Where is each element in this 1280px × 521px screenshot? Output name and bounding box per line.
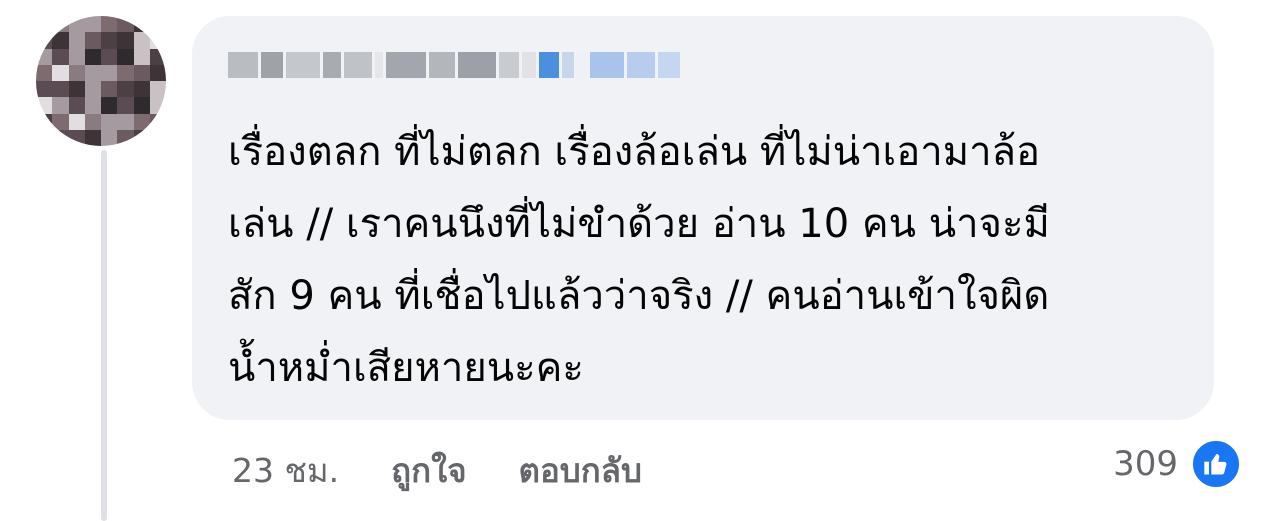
name-blur-block — [375, 52, 383, 78]
name-blur-block — [344, 52, 372, 78]
name-blur-block — [539, 52, 559, 78]
avatar-pixel — [84, 64, 101, 81]
reply-button[interactable]: ตอบกลับ — [519, 444, 642, 497]
name-blur-block — [590, 52, 624, 78]
avatar-pixel — [117, 16, 134, 33]
name-blur-block — [499, 52, 519, 78]
thread-connector-line — [101, 150, 107, 521]
avatar-pixel — [84, 16, 101, 33]
name-blur-block — [323, 52, 341, 78]
avatar-pixel — [117, 64, 134, 81]
name-blur-block — [286, 52, 320, 78]
avatar-pixel — [52, 16, 69, 33]
avatar-pixel — [36, 64, 53, 81]
avatar-pixel — [68, 16, 85, 33]
name-blur-block — [658, 52, 680, 78]
avatar-pixel — [52, 113, 69, 130]
avatar-pixel — [117, 48, 134, 65]
avatar-pixel — [52, 64, 69, 81]
comment-timestamp[interactable]: 23 ชม. — [232, 444, 339, 497]
name-blur-block — [562, 52, 574, 78]
avatar-pixel — [68, 64, 85, 81]
avatar-pixel — [117, 32, 134, 49]
avatar-pixel — [117, 81, 134, 98]
avatar-pixel — [101, 113, 118, 130]
avatar-pixel — [101, 129, 118, 146]
avatar-pixel — [149, 48, 166, 65]
avatar-pixel — [101, 97, 118, 114]
avatar-pixel — [101, 48, 118, 65]
avatar-pixel — [84, 81, 101, 98]
avatar-pixel — [36, 129, 53, 146]
avatar-pixel — [101, 32, 118, 49]
avatar-pixel — [133, 97, 150, 114]
avatar-pixel — [117, 129, 134, 146]
avatar-pixel — [117, 113, 134, 130]
avatar-pixel — [52, 97, 69, 114]
avatar-pixel — [133, 113, 150, 130]
avatar-pixel — [133, 129, 150, 146]
avatar-pixel — [36, 81, 53, 98]
avatar-pixel — [133, 16, 150, 33]
comment-bubble: เรื่องตลก ที่ไม่ตลก เรื่องล้อเล่น ที่ไม่… — [192, 16, 1214, 420]
avatar-pixel — [149, 32, 166, 49]
name-blur-block — [522, 52, 536, 78]
avatar-pixel — [68, 81, 85, 98]
avatar-pixel — [133, 81, 150, 98]
name-blur-block — [429, 52, 455, 78]
avatar-pixel — [133, 64, 150, 81]
avatar-pixel — [36, 113, 53, 130]
commenter-avatar[interactable] — [36, 16, 166, 146]
avatar-pixel — [68, 32, 85, 49]
avatar-pixel — [101, 16, 118, 33]
avatar-pixel — [52, 48, 69, 65]
avatar-pixel — [84, 32, 101, 49]
avatar-pixel — [149, 97, 166, 114]
avatar-pixel — [149, 16, 166, 33]
like-thumbs-up-icon — [1190, 438, 1242, 490]
avatar-pixel — [149, 64, 166, 81]
avatar-pixel — [52, 129, 69, 146]
commenter-name-blurred[interactable] — [228, 48, 680, 82]
name-blur-block — [228, 52, 258, 78]
avatar-pixel — [36, 48, 53, 65]
reaction-count: 309 — [1113, 444, 1178, 484]
avatar-pixel — [68, 113, 85, 130]
avatar-pixel — [84, 97, 101, 114]
avatar-pixel — [68, 97, 85, 114]
name-blur-block — [458, 52, 496, 78]
avatar-pixel — [68, 48, 85, 65]
avatar-pixel — [52, 32, 69, 49]
avatar-pixel — [101, 81, 118, 98]
name-blur-block — [386, 52, 426, 78]
avatar-pixel — [36, 97, 53, 114]
avatar-pixel — [101, 64, 118, 81]
avatar-pixel — [36, 16, 53, 33]
like-button[interactable]: ถูกใจ — [391, 444, 466, 497]
avatar-pixel — [84, 129, 101, 146]
name-blur-block — [261, 52, 283, 78]
avatar-pixel — [149, 81, 166, 98]
avatar-pixel — [36, 32, 53, 49]
comment-text: เรื่องตลก ที่ไม่ตลก เรื่องล้อเล่น ที่ไม่… — [228, 129, 1050, 391]
name-blur-block — [627, 52, 655, 78]
comment-actions: 23 ชม. ถูกใจ ตอบกลับ — [232, 440, 694, 500]
avatar-pixel — [68, 129, 85, 146]
avatar-pixel — [84, 48, 101, 65]
avatar-pixel — [52, 81, 69, 98]
avatar-pixel — [149, 113, 166, 130]
avatar-pixel — [149, 129, 166, 146]
avatar-pixel — [117, 97, 134, 114]
avatar-pixel — [133, 48, 150, 65]
avatar-pixel — [84, 113, 101, 130]
avatar-pixel — [133, 32, 150, 49]
reaction-summary[interactable]: 309 — [1113, 436, 1242, 492]
name-blur-block — [577, 52, 587, 78]
comment-thread: เรื่องตลก ที่ไม่ตลก เรื่องล้อเล่น ที่ไม่… — [0, 0, 1280, 521]
